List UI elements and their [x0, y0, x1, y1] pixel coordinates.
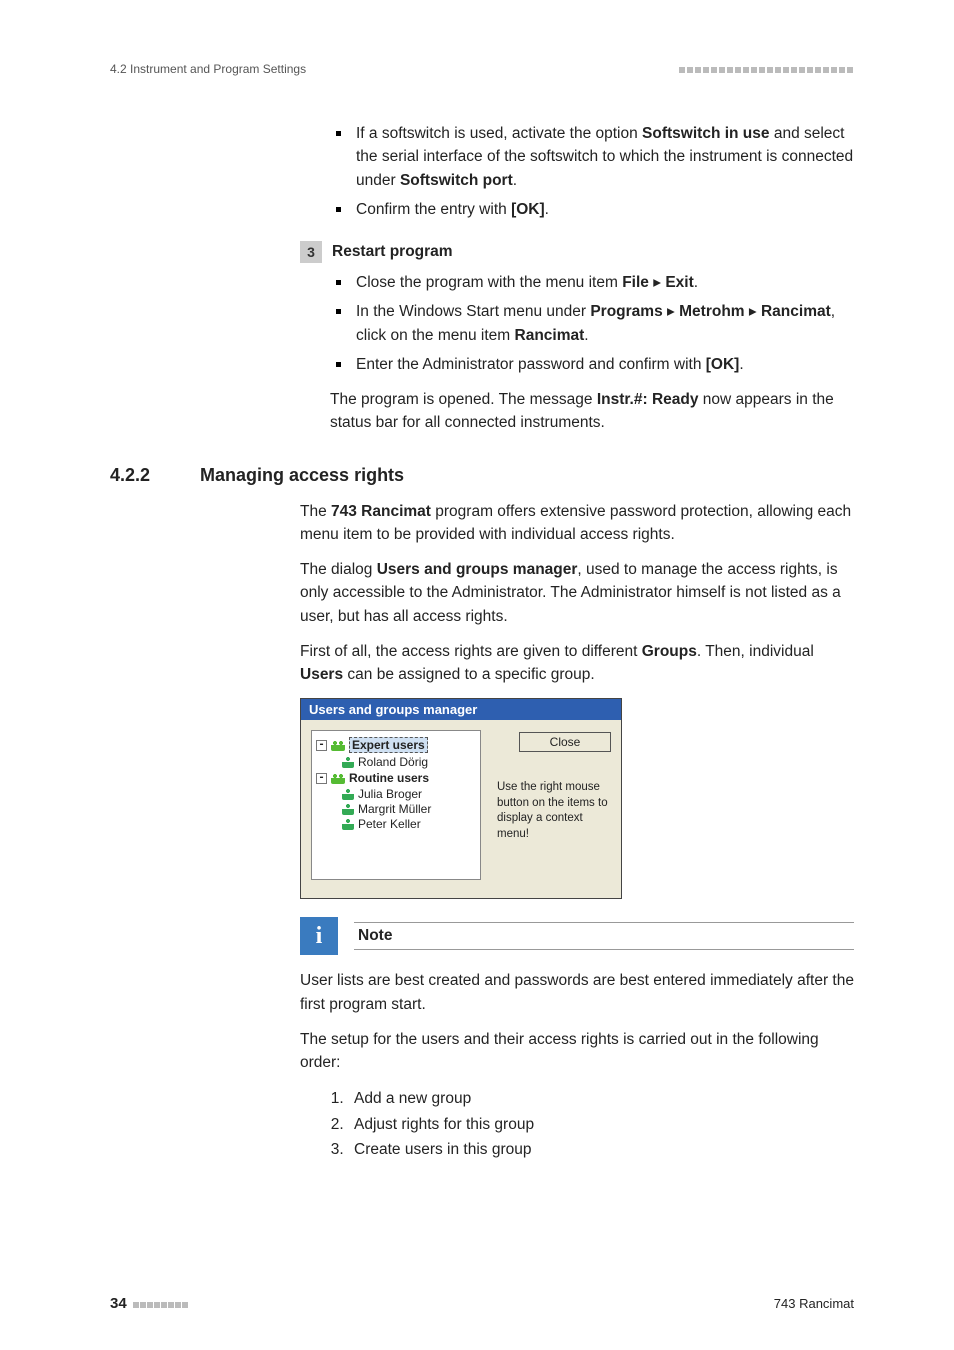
user-icon — [342, 788, 354, 800]
step-title: Restart program — [332, 241, 453, 261]
collapse-icon[interactable]: - — [316, 740, 327, 751]
page-number: 34 — [110, 1295, 127, 1312]
step-bullets: Close the program with the menu item Fil… — [330, 271, 854, 376]
users-groups-dialog: Users and groups manager - Expert users … — [300, 698, 622, 899]
close-button[interactable]: Close — [519, 732, 611, 752]
paragraph: The setup for the users and their access… — [300, 1028, 854, 1075]
user-label: Peter Keller — [358, 817, 421, 831]
list-item: Adjust rights for this group — [348, 1112, 854, 1138]
bullet-item: Confirm the entry with [OK]. — [330, 198, 854, 221]
section-body: The 743 Rancimat program offers extensiv… — [300, 500, 854, 1163]
running-header: 4.2 Instrument and Program Settings — [110, 62, 854, 76]
info-icon: i — [300, 917, 338, 955]
bullet-item: In the Windows Start menu under Programs… — [330, 300, 854, 347]
tree-group[interactable]: - Expert users — [316, 737, 476, 753]
tree-user[interactable]: Margrit Müller — [342, 802, 476, 816]
section-title: Managing access rights — [200, 465, 404, 486]
tree-user[interactable]: Roland Dörig — [342, 755, 476, 769]
step-summary: The program is opened. The message Instr… — [330, 388, 854, 435]
group-tree[interactable]: - Expert users Roland Dörig - Routine us… — [311, 730, 481, 880]
note-block: i Note User lists are best created and p… — [300, 917, 854, 1016]
group-icon — [331, 772, 345, 784]
intro-bullets: If a softswitch is used, activate the op… — [330, 122, 854, 221]
bullet-item: Enter the Administrator password and con… — [330, 353, 854, 376]
content-column: If a softswitch is used, activate the op… — [300, 122, 854, 435]
note-header: i Note — [300, 917, 854, 955]
dialog-title: Users and groups manager — [301, 699, 621, 720]
tree-user[interactable]: Julia Broger — [342, 787, 476, 801]
footer-left: 34 — [110, 1295, 189, 1312]
tree-user[interactable]: Peter Keller — [342, 817, 476, 831]
bullet-item: Close the program with the menu item Fil… — [330, 271, 854, 294]
user-icon — [342, 803, 354, 815]
user-icon — [342, 818, 354, 830]
group-label: Expert users — [349, 737, 428, 753]
header-ornament — [678, 62, 854, 76]
dialog-body: - Expert users Roland Dörig - Routine us… — [301, 720, 621, 898]
tree-group[interactable]: - Routine users — [316, 771, 476, 785]
list-item: Create users in this group — [348, 1137, 854, 1163]
group-icon — [331, 739, 345, 751]
section-number: 4.2.2 — [110, 465, 200, 486]
user-icon — [342, 756, 354, 768]
dialog-right-pane: Close Use the right mouse button on the … — [497, 730, 611, 880]
user-label: Roland Dörig — [358, 755, 428, 769]
user-label: Margrit Müller — [358, 802, 431, 816]
note-label: Note — [354, 927, 854, 945]
dialog-hint: Use the right mouse button on the items … — [497, 780, 611, 842]
footer-product: 743 Rancimat — [774, 1296, 854, 1311]
step-number: 3 — [300, 241, 322, 263]
paragraph: First of all, the access rights are give… — [300, 640, 854, 687]
list-item: Add a new group — [348, 1086, 854, 1112]
step-header: 3 Restart program — [300, 241, 854, 263]
bullet-item: If a softswitch is used, activate the op… — [330, 122, 854, 192]
running-footer: 34 743 Rancimat — [110, 1295, 854, 1312]
page: 4.2 Instrument and Program Settings If a… — [0, 0, 954, 1350]
paragraph: The 743 Rancimat program offers extensiv… — [300, 500, 854, 547]
note-label-wrap: Note — [354, 922, 854, 950]
note-body: User lists are best created and password… — [300, 969, 854, 1016]
section-heading: 4.2.2 Managing access rights — [110, 465, 854, 486]
user-label: Julia Broger — [358, 787, 422, 801]
group-label: Routine users — [349, 771, 429, 785]
header-section-path: 4.2 Instrument and Program Settings — [110, 62, 306, 76]
paragraph: The dialog Users and groups manager, use… — [300, 558, 854, 628]
collapse-icon[interactable]: - — [316, 773, 327, 784]
footer-ornament — [133, 1296, 189, 1311]
setup-steps: Add a new group Adjust rights for this g… — [300, 1086, 854, 1163]
